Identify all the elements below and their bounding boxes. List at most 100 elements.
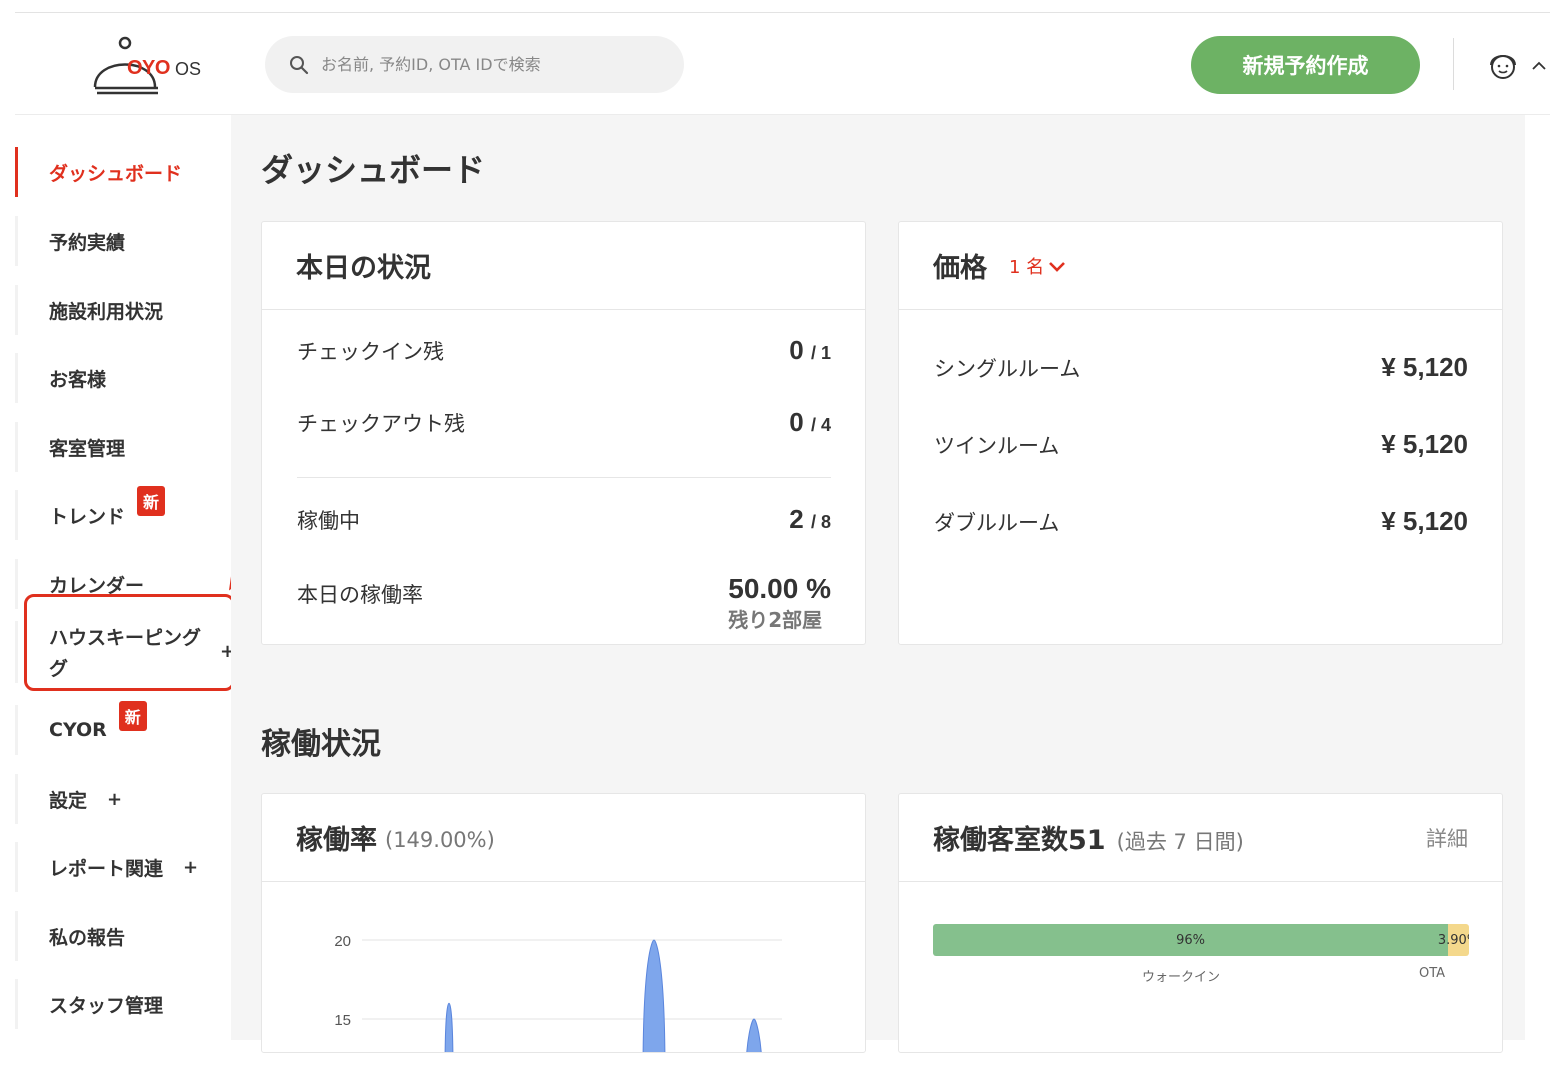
header-divider — [1453, 38, 1454, 90]
room-type-label: ダブルルーム — [934, 511, 1060, 535]
chevron-up-icon — [1532, 61, 1546, 70]
price-card: 価格 1 名 シングルルーム ¥ 5,120 ツインルーム ¥ 5,120 ダブ… — [898, 221, 1503, 645]
top-header: OYO OS 新規予約作成 — [15, 13, 1550, 115]
sidebar-item-reports[interactable]: レポート関連 + — [15, 842, 231, 892]
y-tick-label: 20 — [334, 933, 351, 950]
sidebar-item-label: お客様 — [49, 368, 107, 391]
rate-value-block: 50.00 % 残り2部屋 — [728, 574, 831, 633]
price-row: シングルルーム ¥ 5,120 — [934, 352, 1468, 383]
area-peak — [746, 1018, 762, 1052]
y-tick-label: 15 — [334, 1012, 351, 1029]
occupied-value: 2 / 8 — [789, 504, 831, 535]
today-status-card: 本日の状況 チェックイン残 0 / 1 チェックアウト残 0 / 4 稼働中 2… — [261, 221, 866, 645]
card-header: 本日の状況 — [262, 222, 865, 310]
sidebar-item-cyor[interactable]: CYOR 新 — [15, 701, 231, 755]
sidebar-item-label: 設定 — [49, 789, 88, 812]
new-badge: 新 — [118, 701, 147, 731]
guest-count-dropdown[interactable]: 1 名 — [1009, 253, 1066, 279]
sidebar-item-label: 施設利用状況 — [49, 300, 164, 323]
sidebar-item-booking-results[interactable]: 予約実績 — [15, 216, 231, 266]
ota-segment: 3.90% — [1438, 924, 1469, 956]
expand-plus-icon[interactable]: + — [107, 789, 122, 810]
details-link[interactable]: 詳細 — [1426, 823, 1468, 853]
occupancy-area-chart: 2015 — [334, 933, 782, 1052]
checkout-remaining-row[interactable]: チェックアウト残 0 / 4 — [297, 407, 831, 438]
search-icon — [290, 55, 309, 74]
walkin-segment: 96% — [933, 924, 1449, 956]
rate-label: 本日の稼働率 — [297, 583, 423, 607]
sidebar-item-label: カレンダー — [49, 574, 145, 597]
price-row: ダブルルーム ¥ 5,120 — [934, 506, 1468, 537]
sidebar-item-label: レポート関連 — [49, 857, 164, 880]
rate-value: 50.00 % — [728, 573, 831, 604]
sidebar: ダッシュボード 予約実績 施設利用状況 お客様 客室管理 トレンド 新 カレンダ… — [15, 115, 235, 1040]
new-booking-button[interactable]: 新規予約作成 — [1191, 36, 1420, 94]
sidebar-item-dashboard[interactable]: ダッシュボード — [15, 147, 231, 197]
rooms-remaining: 残り2部屋 — [728, 608, 823, 632]
sidebar-item-settings[interactable]: 設定 + — [15, 774, 231, 824]
ota-label: OTA — [1419, 966, 1446, 981]
new-badge: 新 — [137, 486, 166, 516]
occupied-row[interactable]: 稼働中 2 / 8 — [297, 504, 831, 535]
search-input[interactable] — [321, 55, 651, 74]
occupied-label: 稼働中 — [297, 509, 360, 533]
area-peak — [642, 939, 666, 1052]
card-subtitle: (149.00%) — [385, 827, 495, 852]
sidebar-item-label: スタッフ管理 — [49, 994, 164, 1017]
sidebar-item-staff-management[interactable]: スタッフ管理 — [15, 979, 231, 1029]
checkin-label: チェックイン残 — [297, 340, 444, 364]
room-price: ¥ 5,120 — [1381, 429, 1468, 459]
checkin-remaining-row[interactable]: チェックイン残 0 / 1 — [297, 335, 831, 366]
sidebar-item-label: ダッシュボード — [49, 162, 183, 185]
occupied-rooms-card: 稼働客室数51 (過去 7 日間) 詳細 96% 3.90% ウォークイン OT… — [898, 793, 1503, 1053]
page-title: ダッシュボード — [261, 151, 486, 189]
card-header: 稼働客室数51 (過去 7 日間) 詳細 — [899, 794, 1502, 882]
sidebar-item-customers[interactable]: お客様 — [15, 353, 231, 403]
card-title-block: 稼働客室数51 (過去 7 日間) — [933, 818, 1244, 857]
checkout-label: チェックアウト残 — [297, 412, 465, 436]
sidebar-item-label: ハウスキーピング — [49, 627, 202, 649]
room-type-label: シングルルーム — [934, 357, 1081, 381]
expand-plus-icon[interactable]: + — [183, 857, 198, 878]
chevron-down-icon — [1049, 261, 1066, 272]
card-subtitle: (過去 7 日間) — [1116, 830, 1244, 854]
logo-os-text: OS — [175, 59, 202, 79]
checkin-total: / 1 — [810, 343, 831, 363]
room-price: ¥ 5,120 — [1381, 352, 1468, 382]
sidebar-item-calendar[interactable]: カレンダー — [15, 559, 231, 609]
sidebar-item-my-reports[interactable]: 私の報告 — [15, 911, 231, 961]
card-title: 稼働客室数51 — [933, 825, 1106, 856]
sidebar-item-trends[interactable]: トレンド 新 — [15, 486, 231, 540]
checkout-count: 0 — [789, 407, 804, 437]
main-content: ダッシュボード 本日の状況 チェックイン残 0 / 1 チェックアウト残 0 /… — [231, 115, 1525, 1053]
area-peak — [444, 1002, 454, 1052]
occupancy-section-title: 稼働状況 — [261, 727, 381, 762]
oyo-os-logo[interactable]: OYO OS — [93, 35, 203, 97]
profile-menu[interactable] — [1487, 51, 1551, 81]
card-header: 価格 1 名 — [899, 222, 1502, 310]
occupied-count: 2 — [789, 504, 804, 534]
occupied-total: / 8 — [810, 512, 831, 532]
support-agent-icon — [1490, 55, 1516, 79]
room-price: ¥ 5,120 — [1381, 506, 1468, 536]
card-title: 稼働率 — [296, 825, 377, 856]
sidebar-item-facility-usage[interactable]: 施設利用状況 — [15, 285, 231, 335]
checkout-value: 0 / 4 — [789, 407, 831, 438]
guest-count-value: 1 名 — [1009, 256, 1045, 278]
sidebar-item-label-wrap: グ — [49, 658, 69, 680]
sidebar-item-room-management[interactable]: 客室管理 — [15, 422, 231, 472]
room-type-label: ツインルーム — [934, 434, 1060, 458]
sidebar-item-label: 客室管理 — [49, 437, 126, 460]
price-row: ツインルーム ¥ 5,120 — [934, 429, 1468, 460]
card-header: 稼働率 (149.00%) — [262, 794, 865, 882]
checkin-value: 0 / 1 — [789, 335, 831, 366]
card-title: 価格 — [933, 253, 987, 284]
walkin-label: ウォークイン — [1142, 970, 1221, 985]
sidebar-item-label: CYOR — [49, 719, 107, 741]
search-bar[interactable] — [265, 36, 684, 93]
sidebar-item-label: トレンド — [49, 505, 126, 528]
sidebar-item-label: 予約実績 — [49, 231, 126, 254]
sidebar-item-housekeeping[interactable]: ハウスキーピング グ + — [15, 621, 235, 683]
channel-stacked-bar: 96% 3.90% — [933, 924, 1469, 956]
checkout-total: / 4 — [810, 415, 831, 435]
